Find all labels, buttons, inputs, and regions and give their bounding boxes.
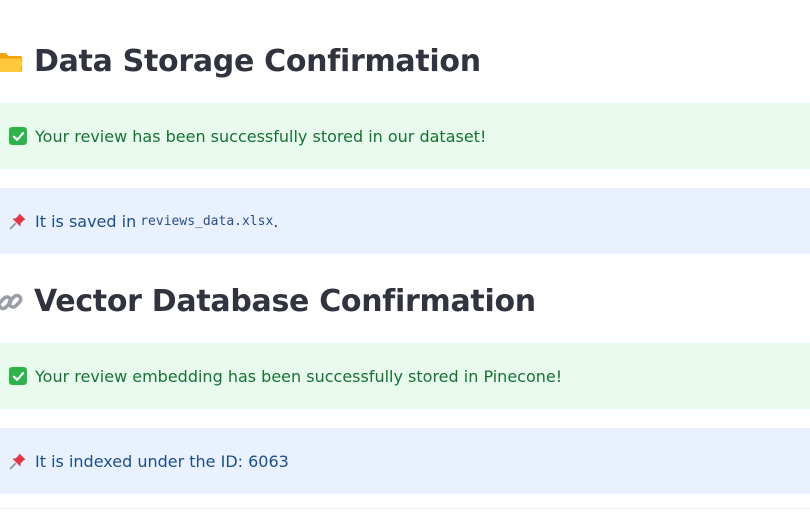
pushpin-icon bbox=[9, 453, 26, 470]
success-message: Your review embedding has been successfu… bbox=[35, 366, 563, 386]
check-mark-icon bbox=[9, 127, 27, 145]
check-mark-icon bbox=[9, 367, 27, 385]
storage-success-alert: Your review has been successfully stored… bbox=[0, 103, 810, 169]
vector-success-alert: Your review embedding has been successfu… bbox=[0, 343, 810, 409]
vector-database-heading: Vector Database Confirmation bbox=[0, 284, 536, 319]
success-message: Your review has been successfully stored… bbox=[35, 126, 487, 146]
data-storage-heading: Data Storage Confirmation bbox=[0, 44, 481, 79]
file-name: reviews_data.xlsx bbox=[140, 213, 274, 229]
divider bbox=[0, 508, 810, 509]
pushpin-icon bbox=[9, 213, 26, 230]
info-suffix: . bbox=[273, 211, 279, 231]
storage-info-alert: It is saved in reviews_data.xlsx . bbox=[0, 188, 810, 254]
link-icon bbox=[0, 293, 23, 310]
heading-text: Vector Database Confirmation bbox=[34, 284, 536, 319]
folder-icon bbox=[0, 52, 23, 72]
info-message: It is indexed under the ID: 6063 bbox=[35, 451, 289, 471]
confirmation-page: Data Storage Confirmation Your review ha… bbox=[0, 0, 810, 516]
heading-text: Data Storage Confirmation bbox=[34, 44, 481, 79]
vector-info-alert: It is indexed under the ID: 6063 bbox=[0, 428, 810, 494]
info-prefix: It is saved in bbox=[35, 211, 137, 231]
